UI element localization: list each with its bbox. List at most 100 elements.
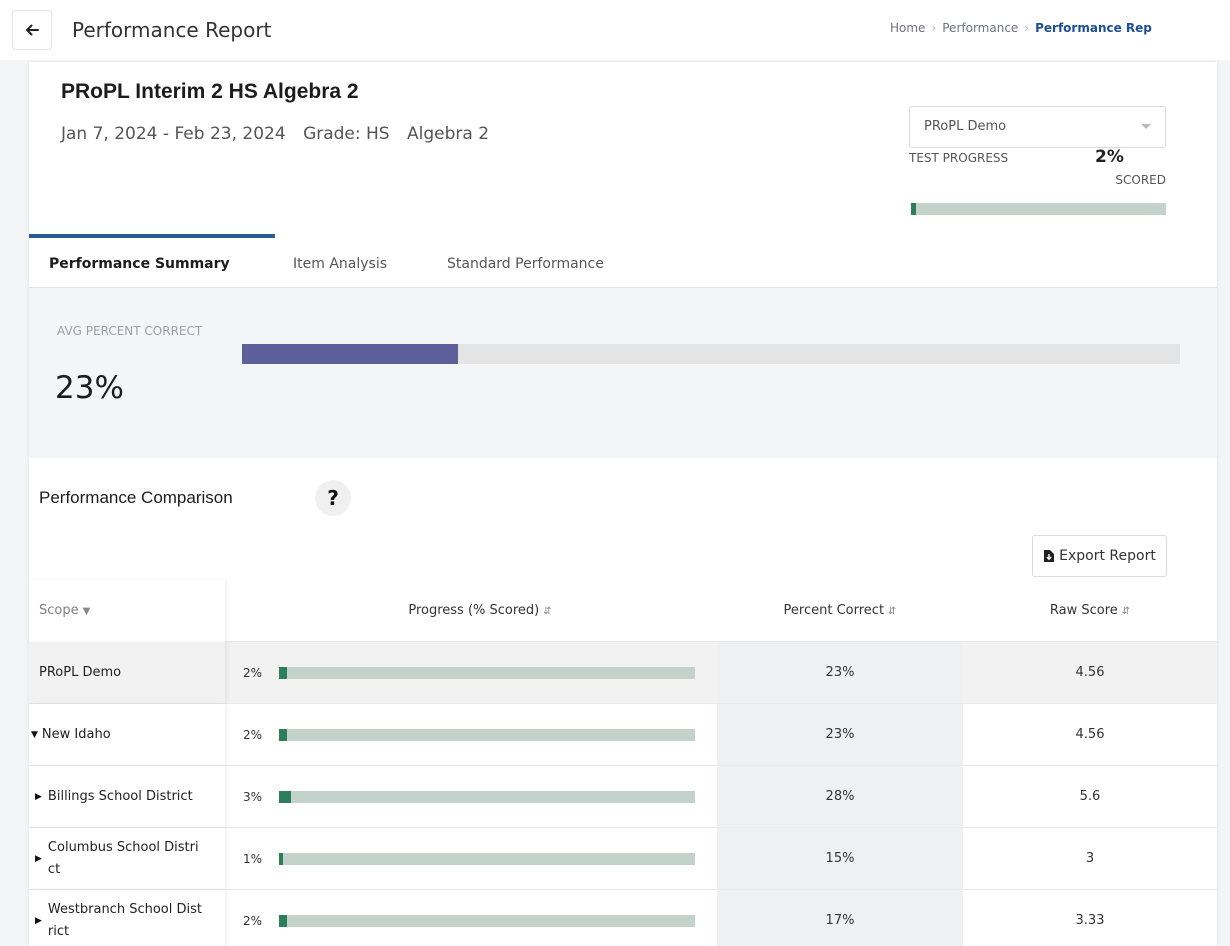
raw-score-cell: 5.6 [1079,789,1101,804]
raw-score-cell: 3 [1085,851,1095,866]
question-icon: ? [327,486,339,510]
sort-icon: ⇵ [1121,606,1131,617]
raw-score-cell: 3.33 [1075,913,1105,928]
test-progress-value-box: 2% SCORED [1029,147,1166,187]
column-header-progress[interactable]: Progress (% Scored) ⇵ [243,580,717,642]
table-row[interactable]: ▶ Billings School District 3% 28% 5.6 [29,766,1217,828]
progress-percent: 2% [243,913,263,928]
avg-percent-bar [242,344,1180,364]
chevron-right-icon: › [931,21,937,35]
table-row[interactable]: ▼ New Idaho 2% 23% 4.56 [29,704,1217,766]
progress-percent: 2% [243,727,263,742]
percent-correct-cell: 28% [717,766,963,827]
progress-percent: 1% [243,851,263,866]
sort-icon: ⇵ [888,606,897,617]
scope-cell[interactable]: ▼ New Idaho [29,704,225,765]
progress-bar [279,728,695,741]
scope-cell[interactable]: ▶ Westbranch School District [29,890,225,946]
assessment-date-range: Jan 7, 2024 - Feb 23, 2024 [61,124,286,144]
breadcrumb-current: Performance Rep [1035,21,1152,35]
table-row[interactable]: PRoPL Demo 2% 23% 4.56 [29,642,1217,704]
caret-down-icon [1141,124,1151,129]
raw-score-cell: 4.56 [1075,727,1105,742]
caret-right-icon[interactable]: ▶ [35,910,42,932]
progress-cell: 2% [243,704,717,765]
scope-cell[interactable]: ▶ Columbus School District [29,828,225,889]
table-row[interactable]: ▶ Columbus School District 1% 15% 3 [29,828,1217,890]
percent-correct-cell: 15% [717,828,963,889]
progress-fill [279,852,283,865]
caret-right-icon[interactable]: ▶ [35,848,42,870]
assessment-grade: Grade: HS [303,124,390,144]
test-progress-fill [911,203,916,215]
scope-cell[interactable]: ▶ Billings School District [29,766,225,827]
scope-label: Columbus School District [47,839,199,877]
progress-cell: 3% [243,766,717,827]
scope-label: PRoPL Demo [39,664,122,680]
scope-label: Billings School District [47,788,193,804]
column-percent-correct-label: Percent Correct [783,603,885,618]
export-report-button[interactable]: Export Report [1032,535,1167,577]
avg-percent-label: AVG PERCENT CORRECT [57,324,203,338]
progress-bar [279,666,695,679]
progress-fill [279,728,287,741]
top-bar: Performance Report Home › Performance › Perf… [0,0,1230,60]
column-header-raw-score[interactable]: Raw Score ⇵ [963,580,1217,642]
tab-item-analysis[interactable]: Item Analysis [293,234,387,288]
back-button[interactable] [12,10,52,50]
breadcrumb: Home › Performance › Performance Rep [890,18,1230,38]
avg-percent-panel: AVG PERCENT CORRECT 23% [29,288,1217,458]
help-button[interactable]: ? [315,480,351,516]
table-header: Scope ▼ Progress (% Scored) ⇵ Percent Corr… [29,580,1217,642]
percent-correct-cell: 23% [717,642,963,703]
scope-cell[interactable]: PRoPL Demo [29,642,225,703]
scope-label: New Idaho [41,726,111,742]
page-title: Performance Report [72,18,272,42]
test-progress-value: 2% [1095,147,1124,167]
caret-right-icon[interactable]: ▶ [35,786,42,808]
progress-bar [279,852,695,865]
sort-icon: ⇵ [543,606,552,617]
report-card: PRoPL Interim 2 HS Algebra 2 Jan 7, 2024… [29,62,1217,946]
progress-fill [279,914,287,927]
table-row[interactable]: ▶ Westbranch School District 2% 17% 3.33 [29,890,1217,946]
column-header-scope[interactable]: Scope ▼ [29,580,225,642]
raw-score-cell: 4.56 [1075,665,1105,680]
breadcrumb-home[interactable]: Home [890,21,925,35]
tab-performance-summary[interactable]: Performance Summary [29,234,275,288]
assessment-subject: Algebra 2 [407,124,490,144]
percent-correct-cell: 23% [717,704,963,765]
progress-cell: 2% [243,890,717,946]
avg-percent-value: 23% [55,370,124,406]
test-progress-label: TEST PROGRESS [909,151,1009,165]
test-progress-sublabel: SCORED [1115,173,1166,187]
progress-cell: 2% [243,642,717,703]
org-select[interactable]: PRoPL Demo [909,106,1166,148]
tab-bar: Performance Summary Item Analysis Standa… [29,234,1217,288]
comparison-table: Scope ▼ Progress (% Scored) ⇵ Percent Corr… [29,580,1217,946]
caret-down-icon: ▼ [82,606,91,617]
avg-percent-fill [242,344,458,364]
progress-percent: 3% [243,789,263,804]
assessment-meta: Jan 7, 2024 - Feb 23, 2024 Grade: HS Alg… [61,124,501,144]
scope-label: Westbranch School District [47,901,202,939]
caret-down-icon[interactable]: ▼ [31,724,38,746]
org-select-value: PRoPL Demo [924,119,1007,134]
export-report-label: Export Report [1059,548,1156,564]
column-raw-score-label: Raw Score [1049,603,1118,618]
percent-correct-cell: 17% [717,890,963,946]
progress-bar [279,790,695,803]
file-download-icon [1044,550,1055,562]
progress-fill [279,666,287,679]
arrow-left-icon [26,24,39,36]
breadcrumb-performance[interactable]: Performance [942,21,1018,35]
tab-standard-performance[interactable]: Standard Performance [447,234,604,288]
chevron-right-icon: › [1024,21,1030,35]
progress-percent: 2% [243,665,263,680]
progress-fill [279,790,291,803]
test-progress-bar [911,203,1166,215]
column-header-percent-correct[interactable]: Percent Correct ⇵ [717,580,963,642]
progress-cell: 1% [243,828,717,889]
assessment-title: PRoPL Interim 2 HS Algebra 2 [61,80,359,103]
column-scope-label: Scope [39,603,79,618]
